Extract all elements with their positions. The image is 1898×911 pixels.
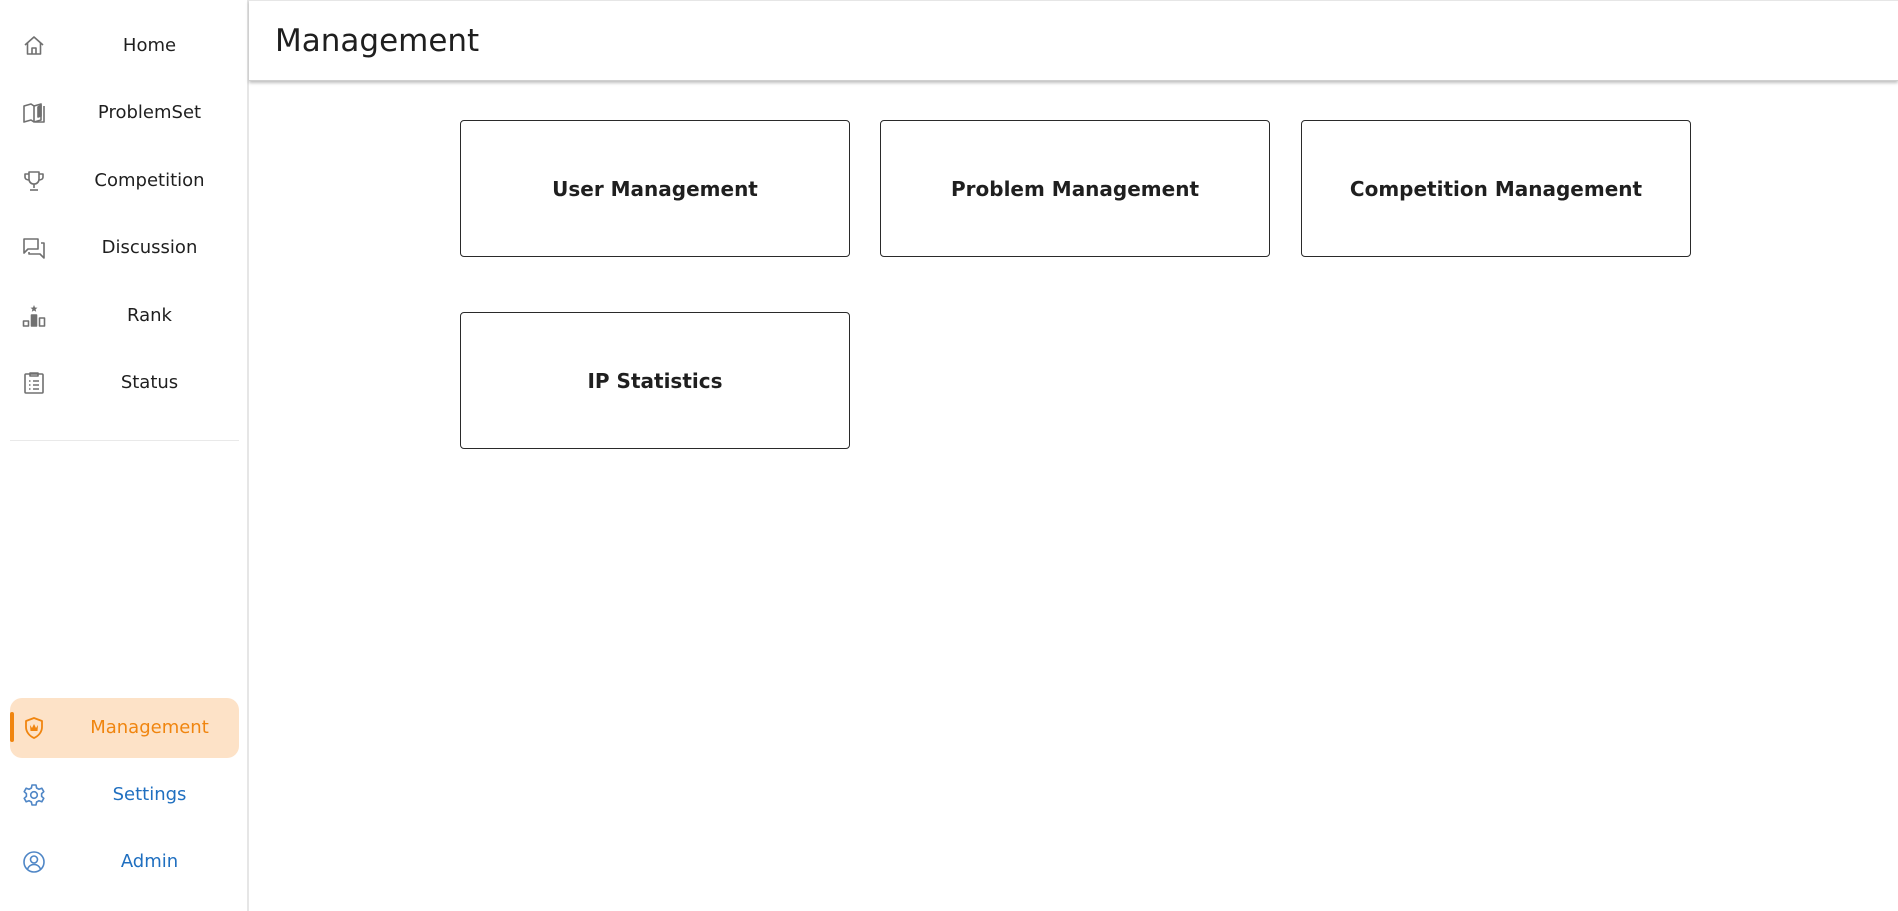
- card-label: Problem Management: [950, 176, 1200, 201]
- sidebar-item-status[interactable]: Status: [10, 354, 239, 412]
- shield-crown-icon: [22, 716, 46, 740]
- podium-icon: [22, 304, 46, 328]
- user-circle-icon: [22, 850, 46, 874]
- sidebar: Home ProblemSet Competition Discussion R…: [0, 0, 249, 911]
- sidebar-item-admin[interactable]: Admin: [10, 833, 239, 891]
- sidebar-item-label: Settings: [112, 784, 187, 805]
- sidebar-item-label: ProblemSet: [97, 102, 202, 123]
- trophy-icon: [22, 169, 46, 193]
- card-label: Competition Management: [1349, 176, 1643, 201]
- sidebar-item-label: Status: [120, 372, 179, 393]
- clipboard-icon: [22, 371, 46, 395]
- ip-statistics-card[interactable]: IP Statistics: [460, 312, 850, 449]
- page-title: Management: [275, 23, 480, 59]
- sidebar-item-label: Home: [122, 35, 177, 56]
- card-label: IP Statistics: [587, 368, 723, 393]
- card-label: User Management: [552, 176, 758, 201]
- sidebar-item-label: Competition: [94, 170, 205, 191]
- app-root: Home ProblemSet Competition Discussion R…: [0, 0, 1898, 911]
- sidebar-item-problemset[interactable]: ProblemSet: [10, 84, 239, 142]
- user-management-card[interactable]: User Management: [460, 120, 850, 257]
- sidebar-item-label: Discussion: [101, 237, 198, 258]
- book-icon: [22, 101, 46, 125]
- sidebar-item-label: Rank: [127, 305, 172, 326]
- gear-icon: [22, 783, 46, 807]
- sidebar-item-rank[interactable]: Rank: [10, 287, 239, 345]
- active-indicator: [10, 712, 14, 742]
- chat-icon: [22, 236, 46, 260]
- problem-management-card[interactable]: Problem Management: [880, 120, 1270, 257]
- sidebar-item-management[interactable]: Management: [10, 698, 239, 758]
- sidebar-item-discussion[interactable]: Discussion: [10, 219, 239, 277]
- sidebar-item-competition[interactable]: Competition: [10, 152, 239, 210]
- sidebar-item-label: Management: [90, 717, 209, 738]
- page-header: Management: [249, 0, 1898, 81]
- sidebar-item-label: Admin: [120, 851, 179, 872]
- sidebar-divider: [10, 440, 239, 441]
- competition-management-card[interactable]: Competition Management: [1301, 120, 1691, 257]
- sidebar-item-settings[interactable]: Settings: [10, 766, 239, 824]
- sidebar-item-home[interactable]: Home: [10, 17, 239, 75]
- home-icon: [22, 34, 46, 58]
